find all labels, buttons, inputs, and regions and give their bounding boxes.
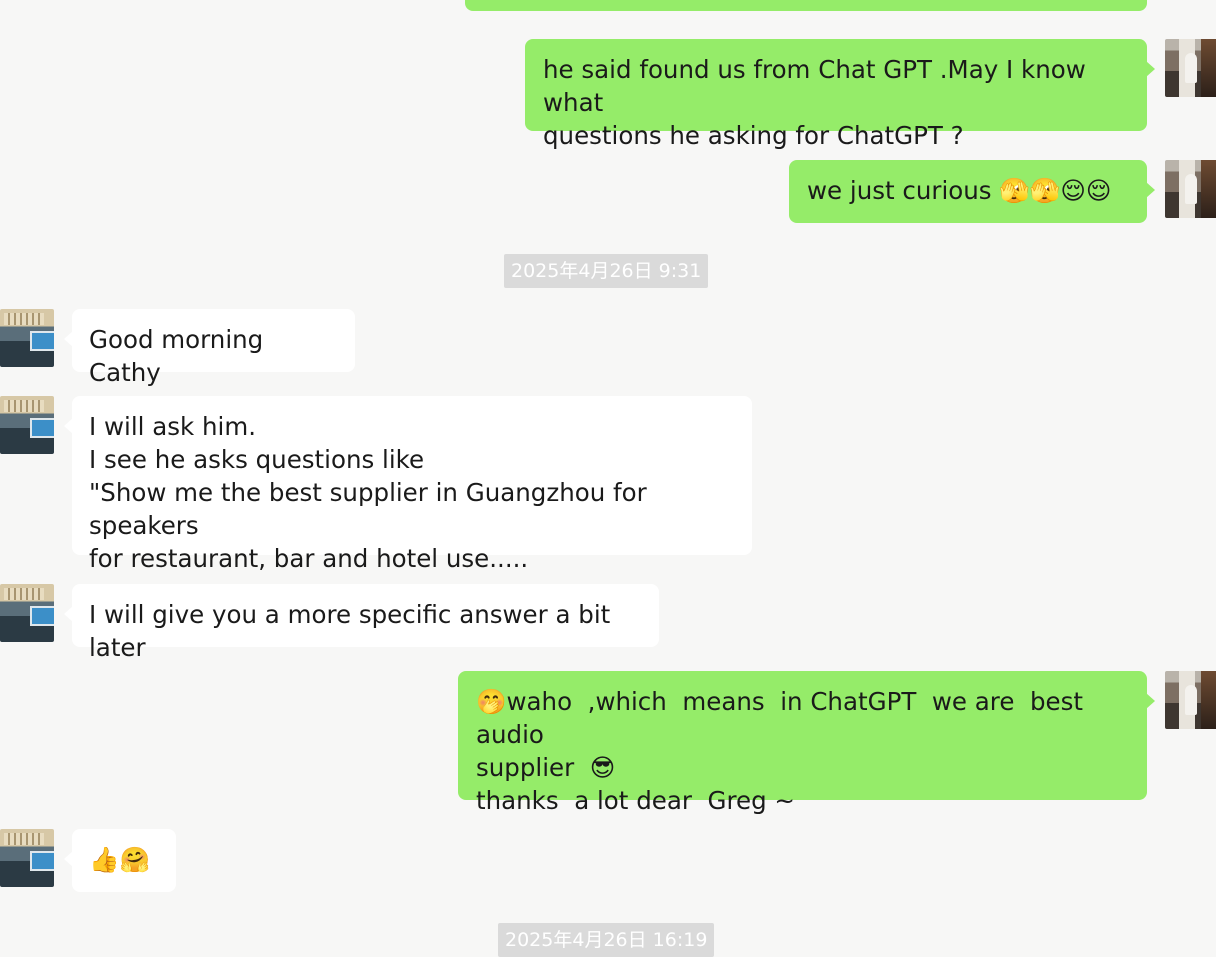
my-avatar[interactable] [1165,671,1216,729]
message-bubble-incoming[interactable]: I will give you a more specific answer a… [64,584,659,662]
contact-avatar[interactable] [0,829,54,887]
contact-avatar[interactable] [0,309,54,367]
message-bubble-incoming[interactable]: Good morning Cathy [64,309,355,387]
contact-avatar[interactable] [0,584,54,642]
message-bubble-outgoing[interactable]: we just curious 🫣🫣😌😌 [789,160,1155,223]
message-timestamp: 2025年4月26日 9:31 [504,254,709,288]
message-bubble-incoming[interactable]: I will ask him. I see he asks questions … [64,396,752,573]
my-avatar[interactable] [1165,160,1216,218]
my-avatar[interactable] [1165,39,1216,97]
message-bubble-incoming[interactable]: 👍🤗 [64,829,176,892]
contact-avatar[interactable] [0,396,54,454]
message-timestamp: 2025年4月26日 16:19 [498,923,715,957]
message-bubble-outgoing[interactable]: 🤭waho ,which means in ChatGPT we are bes… [458,671,1155,815]
message-bubble-outgoing[interactable]: he said found us from Chat GPT .May I kn… [525,39,1155,150]
previous-message-bubble[interactable] [465,0,1147,11]
